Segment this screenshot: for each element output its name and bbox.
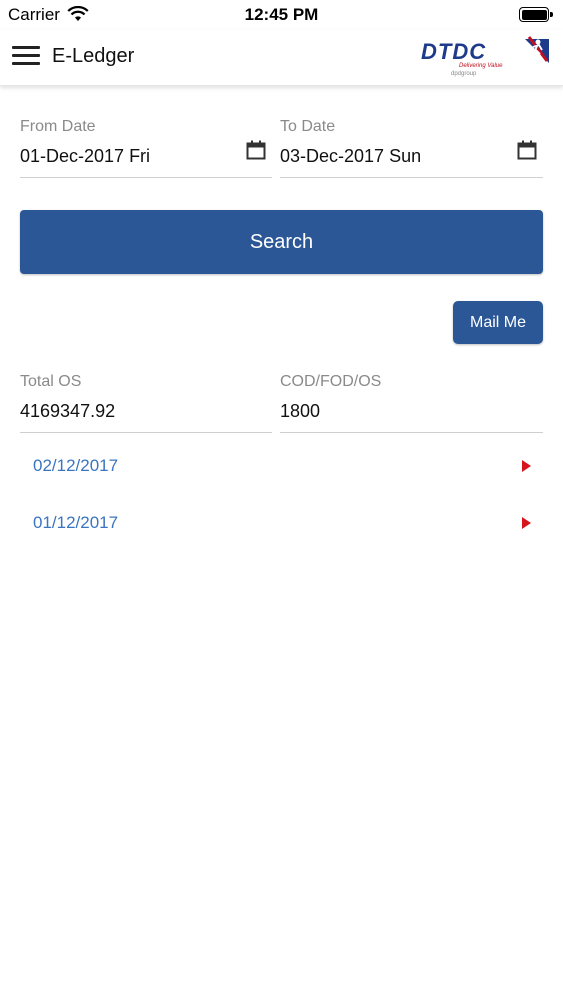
- list-item[interactable]: 01/12/2017: [20, 503, 543, 543]
- battery-icon: [519, 7, 553, 22]
- from-date-label: From Date: [20, 118, 96, 135]
- page-title: E-Ledger: [52, 45, 135, 67]
- calendar-icon[interactable]: [517, 140, 537, 160]
- logo-brand: DTDC: [421, 39, 487, 64]
- logo-tagline: Delivering Value: [459, 63, 503, 69]
- total-os-field: Total OS 4169347.92: [20, 373, 272, 433]
- cod-fod-os-field: COD/FOD/OS 1800: [280, 373, 543, 433]
- calendar-icon[interactable]: [246, 140, 266, 160]
- entry-date[interactable]: 02/12/2017: [33, 456, 118, 476]
- total-os-value: 4169347.92: [20, 401, 116, 421]
- dtdc-logo: DTDC Delivering Value dpdgroup: [421, 33, 551, 83]
- to-date-field[interactable]: To Date 03-Dec-2017 Sun: [280, 118, 543, 178]
- app-header: E-Ledger DTDC Delivering Value dpdgroup: [0, 30, 563, 86]
- cod-fod-os-label: COD/FOD/OS: [280, 373, 382, 390]
- cod-fod-os-value: 1800: [280, 401, 321, 421]
- status-bar: Carrier 12:45 PM: [0, 0, 563, 30]
- status-time: 12:45 PM: [244, 5, 319, 24]
- logo-partner: dpdgroup: [451, 71, 477, 77]
- search-button[interactable]: Search: [20, 210, 543, 274]
- chevron-right-icon[interactable]: [522, 460, 531, 472]
- to-date-value: 03-Dec-2017 Sun: [280, 146, 422, 166]
- list-item[interactable]: 02/12/2017: [20, 446, 543, 486]
- entry-date[interactable]: 01/12/2017: [33, 513, 118, 533]
- from-date-field[interactable]: From Date 01-Dec-2017 Fri: [20, 118, 272, 178]
- from-date-value: 01-Dec-2017 Fri: [20, 146, 151, 166]
- hamburger-menu-icon[interactable]: [12, 44, 40, 68]
- total-os-label: Total OS: [20, 373, 82, 390]
- mail-me-button[interactable]: Mail Me: [453, 301, 543, 344]
- to-date-label: To Date: [280, 118, 336, 135]
- chevron-right-icon[interactable]: [522, 517, 531, 529]
- runner-icon: [525, 36, 549, 63]
